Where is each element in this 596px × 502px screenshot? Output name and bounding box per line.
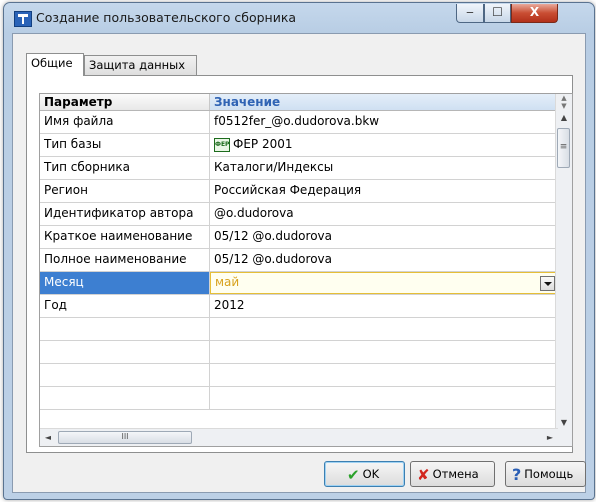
horizontal-scrollbar[interactable]: ◄ III ► xyxy=(40,428,558,446)
row-value-text: Каталоги/Индексы xyxy=(214,160,334,174)
table-row[interactable]: Тип сборника Каталоги/Индексы xyxy=(40,157,558,180)
property-grid: Параметр Значение Имя файла f0512fer_@o.d… xyxy=(39,93,573,447)
table-row[interactable]: Год 2012 xyxy=(40,295,558,318)
row-value-text: май xyxy=(215,275,240,289)
row-param-cell[interactable]: Идентификатор автора xyxy=(40,203,210,225)
row-param-cell[interactable] xyxy=(40,318,210,340)
row-param-cell[interactable]: Имя файла xyxy=(40,111,210,133)
row-value-cell[interactable] xyxy=(210,318,558,340)
sort-indicator-icon: ▲ ▼ xyxy=(561,94,567,110)
tab-data-protection[interactable]: Защита данных xyxy=(84,55,197,75)
help-button-label: Помощь xyxy=(524,467,574,481)
row-value-cell[interactable] xyxy=(210,341,558,363)
maximize-button[interactable]: ☐ xyxy=(484,4,511,23)
table-row[interactable] xyxy=(40,364,558,387)
row-value-text: 05/12 @o.dudorova xyxy=(214,252,332,266)
scroll-left-icon[interactable]: ◄ xyxy=(40,429,56,446)
row-value-text: @o.dudorova xyxy=(214,206,294,220)
row-value-cell[interactable]: @o.dudorova xyxy=(210,203,558,225)
column-header-value[interactable]: Значение xyxy=(210,94,558,110)
table-row[interactable]: Идентификатор автора @o.dudorova xyxy=(40,203,558,226)
question-mark-icon: ? xyxy=(512,464,522,484)
table-row[interactable]: Тип базы ФЕР ФЕР 2001 xyxy=(40,134,558,157)
row-value-cell[interactable]: 05/12 @o.dudorova xyxy=(210,226,558,248)
row-value-cell[interactable]: 05/12 @o.dudorova xyxy=(210,249,558,271)
window-title: Создание пользовательского сборника xyxy=(36,10,297,25)
row-param-cell[interactable] xyxy=(40,341,210,363)
row-param-cell[interactable]: Месяц xyxy=(40,272,210,294)
cancel-button-label: Отмена xyxy=(432,467,479,481)
dialog-window: Создание пользовательского сборника ‒ ☐ … xyxy=(3,2,595,500)
row-param-cell[interactable] xyxy=(40,364,210,386)
row-param-cell[interactable] xyxy=(40,387,210,409)
month-select[interactable]: май xyxy=(210,272,558,294)
row-value-cell[interactable]: Российская Федерация xyxy=(210,180,558,202)
minimize-button[interactable]: ‒ xyxy=(456,4,484,23)
row-value-cell[interactable] xyxy=(210,364,558,386)
column-header-param[interactable]: Параметр xyxy=(40,94,210,110)
tab-panel-general: Параметр Значение Имя файла f0512fer_@o.d… xyxy=(26,75,573,453)
row-param-cell[interactable]: Год xyxy=(40,295,210,317)
tab-general[interactable]: Общие xyxy=(26,53,84,76)
checkmark-icon: ✔ xyxy=(347,465,360,484)
title-bar[interactable]: Создание пользовательского сборника ‒ ☐ … xyxy=(4,3,594,33)
vertical-scrollbar[interactable]: ▲ ▼ ▲ ≡ ▼ xyxy=(555,94,572,431)
scroll-up-icon[interactable]: ▲ xyxy=(556,110,572,126)
row-param-cell[interactable]: Краткое наименование xyxy=(40,226,210,248)
row-value-cell[interactable] xyxy=(210,387,558,409)
row-value-cell[interactable]: Каталоги/Индексы xyxy=(210,157,558,179)
table-row[interactable] xyxy=(40,387,558,410)
fer-database-icon: ФЕР xyxy=(214,137,230,152)
row-param-cell[interactable]: Тип базы xyxy=(40,134,210,156)
table-row[interactable] xyxy=(40,341,558,364)
cross-icon: ✘ xyxy=(417,465,430,484)
row-param-cell[interactable]: Полное наименование xyxy=(40,249,210,271)
row-value-cell[interactable]: ФЕР ФЕР 2001 xyxy=(210,134,558,156)
table-row[interactable]: Регион Российская Федерация xyxy=(40,180,558,203)
table-row[interactable] xyxy=(40,318,558,341)
vertical-scroll-thumb[interactable]: ≡ xyxy=(557,128,570,168)
row-param-cell[interactable]: Регион xyxy=(40,180,210,202)
help-button[interactable]: ? Помощь xyxy=(505,461,586,487)
ok-button-label: OK xyxy=(362,467,380,481)
row-value-cell[interactable]: f0512fer_@o.dudorova.bkw xyxy=(210,111,558,133)
dropdown-arrow-icon[interactable] xyxy=(540,276,555,291)
row-param-cell[interactable]: Тип сборника xyxy=(40,157,210,179)
dialog-client-area: Общие Защита данных Параметр Значение Им… xyxy=(12,33,586,493)
row-value-text: ФЕР 2001 xyxy=(233,137,293,151)
row-value-text: f0512fer_@o.dudorova.bkw xyxy=(214,114,380,128)
close-button[interactable]: X xyxy=(511,4,558,23)
app-icon xyxy=(14,11,32,27)
table-row[interactable]: Месяц май xyxy=(40,272,558,295)
row-value-text: Российская Федерация xyxy=(214,183,362,197)
ok-button[interactable]: ✔ OK xyxy=(324,461,405,487)
grid-header: Параметр Значение xyxy=(40,94,558,111)
horizontal-scroll-thumb[interactable]: III xyxy=(58,431,192,444)
row-value-cell[interactable]: 2012 xyxy=(210,295,558,317)
table-row[interactable]: Краткое наименование 05/12 @o.dudorova xyxy=(40,226,558,249)
table-row[interactable]: Полное наименование 05/12 @o.dudorova xyxy=(40,249,558,272)
scrollbar-corner xyxy=(556,429,572,446)
table-row[interactable]: Имя файла f0512fer_@o.dudorova.bkw xyxy=(40,111,558,134)
row-value-text: 05/12 @o.dudorova xyxy=(214,229,332,243)
row-value-text: 2012 xyxy=(214,298,245,312)
cancel-button[interactable]: ✘ Отмена xyxy=(410,461,495,487)
